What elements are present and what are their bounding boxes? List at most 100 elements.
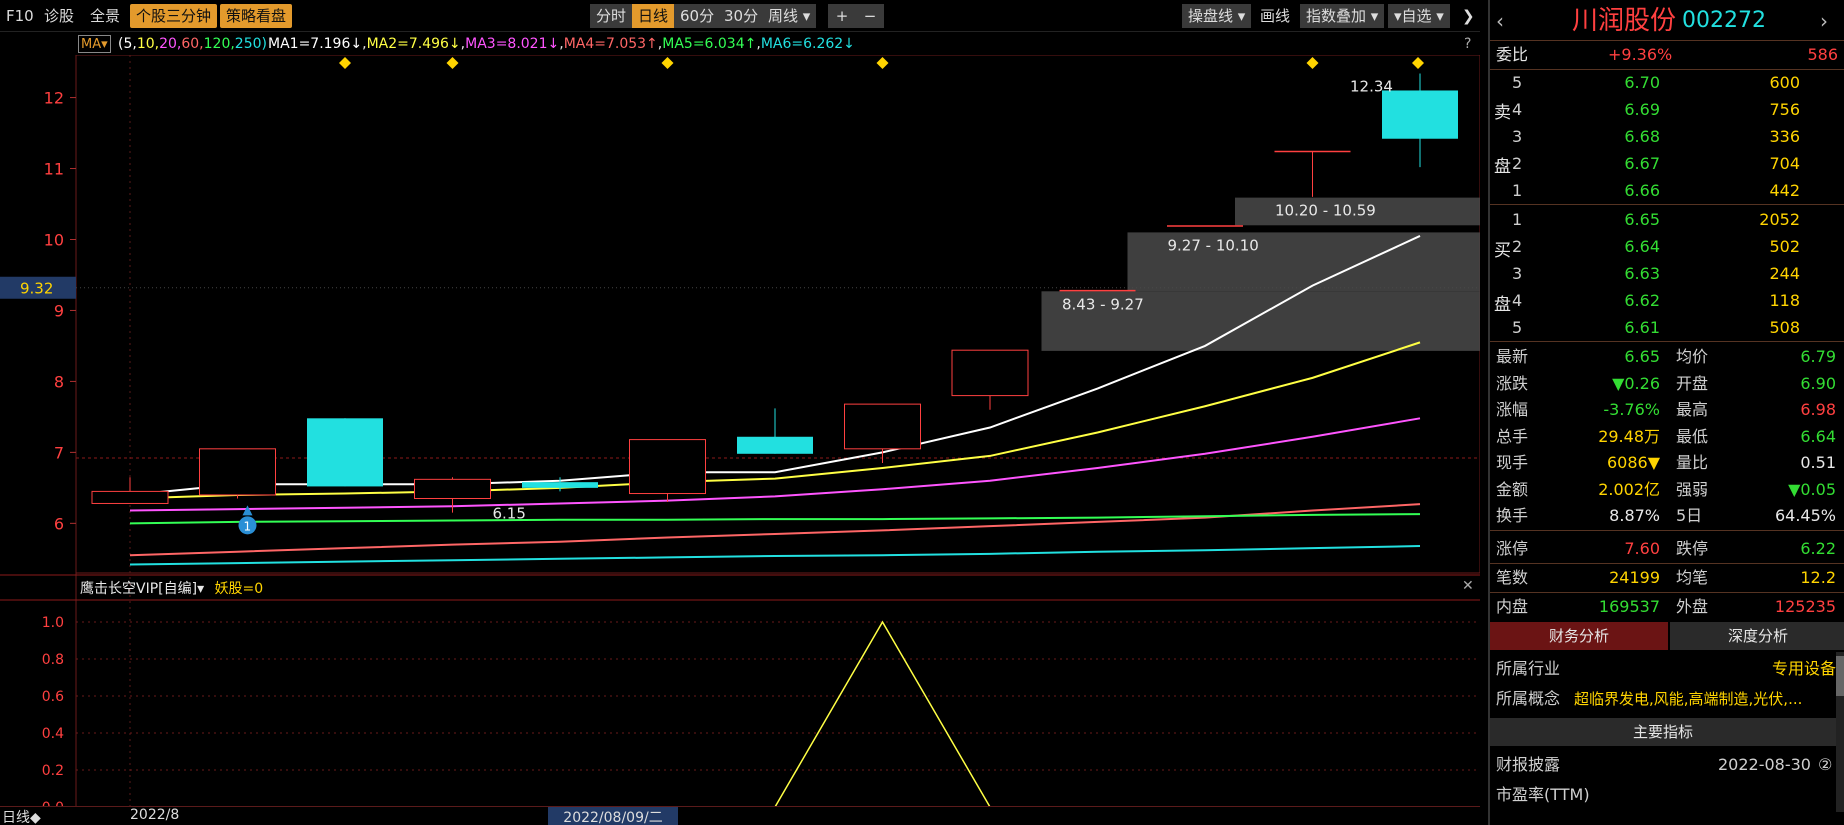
diagnose-button[interactable]: 诊股 xyxy=(40,4,78,28)
candle xyxy=(629,439,706,503)
order-volume: 502 xyxy=(1769,237,1800,256)
order-price: 6.65 xyxy=(1624,210,1660,229)
buy-order-row[interactable]: 5 6.61 508 xyxy=(1490,315,1844,341)
stat-row: 金额 2.002亿 强弱 ▼0.05 xyxy=(1490,477,1844,503)
stock-name: 川润股份 xyxy=(1572,6,1677,36)
watchlist-dropdown[interactable]: ▾自选 ▾ xyxy=(1388,4,1450,28)
report-row: 财报披露 2022-08-30 ② xyxy=(1490,752,1844,778)
tab-intraday[interactable]: 分时 xyxy=(590,4,633,28)
buy-order-row[interactable]: 1 6.65 2052 xyxy=(1490,207,1844,233)
tab-30min[interactable]: 30分 xyxy=(718,4,765,28)
ma-selector[interactable]: MA▾ xyxy=(78,35,111,53)
three-minute-button[interactable]: 个股三分钟 xyxy=(130,4,218,28)
buy-order-row[interactable]: 2 6.64 502 xyxy=(1490,234,1844,260)
signal-diamond xyxy=(876,57,889,69)
tab-60min[interactable]: 60分 xyxy=(674,4,721,28)
limit-row: 涨停 7.60 跌停 6.22 xyxy=(1490,536,1844,562)
ma1-value: MA1=7.196↓ xyxy=(268,36,363,52)
stat-value: -3.76% xyxy=(1603,400,1660,419)
main-metrics-header[interactable]: 主要指标 xyxy=(1490,718,1836,746)
indicator-tick-label: 0.6 xyxy=(42,689,64,705)
buy-order-row[interactable]: 4 6.62 118 xyxy=(1490,288,1844,314)
stat-value: 6.65 xyxy=(1624,347,1660,366)
stat-value: ▼0.26 xyxy=(1612,373,1660,393)
indicator-line xyxy=(0,620,1420,808)
sell-order-row[interactable]: 3 6.68 336 xyxy=(1490,124,1844,150)
tab-deep-analysis[interactable]: 深度分析 xyxy=(1670,622,1844,650)
trades-label: 笔数 xyxy=(1496,568,1529,587)
indicator-tick-label: 1.0 xyxy=(42,615,64,631)
order-ratio-row: 委比 +9.36% 586 xyxy=(1490,42,1844,68)
ratio-pct: +9.36% xyxy=(1608,45,1673,64)
buy-order-row[interactable]: 3 6.63 244 xyxy=(1490,261,1844,287)
stat-label: 换手 xyxy=(1496,506,1529,525)
stat-label: 量比 xyxy=(1676,453,1709,472)
divider xyxy=(1490,341,1844,342)
limit-up-value: 7.60 xyxy=(1624,539,1660,558)
indicator-tick-label: 0.4 xyxy=(42,726,64,742)
ma-param-3: 20, xyxy=(159,36,182,52)
ma-param-4: 60, xyxy=(181,36,204,52)
signal-diamond xyxy=(446,57,459,69)
order-price: 6.66 xyxy=(1624,181,1660,200)
limit-down-label: 跌停 xyxy=(1676,539,1709,558)
candle-body xyxy=(1382,90,1458,139)
index-overlay-dropdown[interactable]: 指数叠加 ▾ xyxy=(1300,4,1385,28)
order-level: 4 xyxy=(1512,291,1523,310)
indicator-close-icon[interactable]: ✕ xyxy=(1462,578,1474,594)
limit-up-label: 涨停 xyxy=(1496,539,1529,558)
f10-button[interactable]: F10 xyxy=(2,4,38,28)
back-icon[interactable]: ‹ xyxy=(1496,4,1504,38)
candle-body xyxy=(199,448,276,496)
kline-chart[interactable]: 6.15 8.43 - 9.27 9.27 - 10.10 10.20 - 10.59… xyxy=(0,55,1480,825)
concept-row: 所属概念 超临界发电,风能,高端制造,光伏,... xyxy=(1490,686,1844,712)
strategy-button[interactable]: 策略看盘 xyxy=(220,4,293,28)
stat-value: 0.51 xyxy=(1800,453,1836,472)
fullview-button[interactable]: 全景 xyxy=(86,4,124,28)
y-tick-label: 6 xyxy=(54,514,64,533)
stat-label: 现手 xyxy=(1496,453,1529,472)
help-icon[interactable]: ? xyxy=(1464,33,1471,55)
panel-scrollbar[interactable] xyxy=(1836,652,1844,812)
ma2-value: MA2=7.496↓ xyxy=(366,36,461,52)
stat-label: 均价 xyxy=(1676,347,1709,366)
sell-order-row[interactable]: 5 6.70 600 xyxy=(1490,70,1844,96)
zoom-out-button[interactable]: − xyxy=(856,4,884,28)
candle-body xyxy=(307,418,383,487)
ma-param-5: 120, xyxy=(203,36,235,52)
y-tick-label: 8 xyxy=(54,372,64,391)
ma3-value: MA3=8.021↓ xyxy=(465,36,560,52)
tab-financial[interactable]: 财务分析 xyxy=(1490,622,1668,650)
stat-label: 最新 xyxy=(1496,347,1529,366)
sell-order-row[interactable]: 4 6.69 756 xyxy=(1490,97,1844,123)
indicator-tick-label: 0.8 xyxy=(42,652,64,668)
order-price: 6.61 xyxy=(1624,318,1660,337)
concept-value[interactable]: 超临界发电,风能,高端制造,光伏,... xyxy=(1574,686,1836,712)
indicator-label[interactable]: 鹰击长空VIP[自编]▾ xyxy=(80,581,204,597)
period-indicator[interactable]: 日线◆ xyxy=(2,807,41,825)
indicator-value: 妖股=0 xyxy=(214,581,264,597)
draw-line-button[interactable]: 画线 xyxy=(1256,4,1294,28)
ma-param-2: 10, xyxy=(136,36,160,52)
industry-value[interactable]: 专用设备 xyxy=(1772,656,1836,682)
candle xyxy=(1274,150,1351,197)
panel-scrollbar-thumb[interactable] xyxy=(1836,656,1844,696)
order-volume: 704 xyxy=(1769,154,1800,173)
tab-weekly[interactable]: 周线 ▾ xyxy=(762,4,817,28)
collapse-panel-icon[interactable]: ❯ xyxy=(1458,4,1479,28)
report-date: 2022-08-30 xyxy=(1718,755,1811,774)
order-level: 3 xyxy=(1512,264,1523,283)
stat-value: 6.64 xyxy=(1800,426,1836,446)
price-annotation: 8.43 - 9.27 xyxy=(1062,295,1144,313)
pe-row: 市盈率(TTM) xyxy=(1490,782,1844,808)
tab-daily[interactable]: 日线 xyxy=(632,4,675,28)
order-level: 1 xyxy=(1512,181,1523,200)
sell-order-row[interactable]: 1 6.66 442 xyxy=(1490,178,1844,204)
ma-line-ma4 xyxy=(129,503,1421,557)
trade-line-dropdown[interactable]: 操盘线 ▾ xyxy=(1182,4,1252,28)
inout-row: 内盘 169537 外盘 125235 xyxy=(1490,594,1844,620)
zoom-in-button[interactable]: + xyxy=(828,4,856,28)
forward-icon[interactable]: › xyxy=(1820,4,1828,38)
sell-order-row[interactable]: 2 6.67 704 xyxy=(1490,151,1844,177)
ma6-value: MA6=6.262↓ xyxy=(760,36,855,52)
